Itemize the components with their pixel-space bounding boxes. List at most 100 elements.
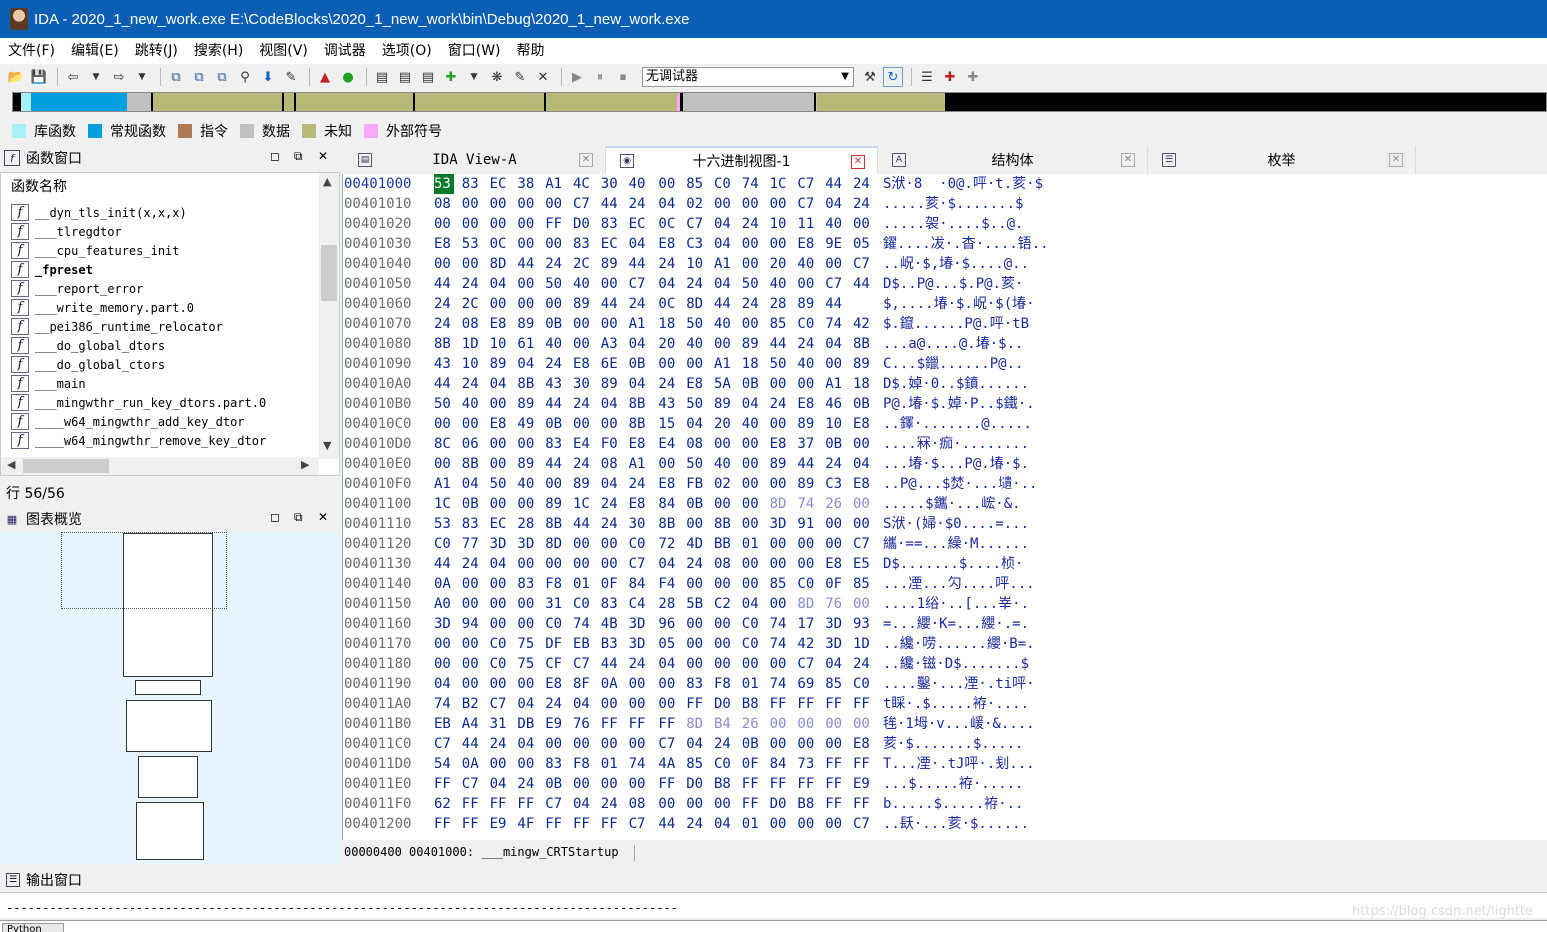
- hex-byte[interactable]: 74: [742, 174, 762, 194]
- hex-byte[interactable]: 00: [686, 794, 706, 814]
- hex-byte[interactable]: 24: [629, 654, 649, 674]
- list-item[interactable]: f ___do_global_ctors: [1, 355, 319, 374]
- hex-byte[interactable]: 40: [714, 314, 734, 334]
- hex-byte[interactable]: 00: [490, 294, 510, 314]
- hex-byte[interactable]: 8B: [658, 514, 678, 534]
- hex-byte[interactable]: 24: [686, 554, 706, 574]
- hex-byte[interactable]: 00: [601, 734, 621, 754]
- hex-byte[interactable]: 8C: [434, 434, 454, 454]
- hex-byte[interactable]: 20: [658, 334, 678, 354]
- hex-byte[interactable]: D0: [770, 794, 790, 814]
- list-item[interactable]: f ___mingwthr_run_key_dtors.part.0: [1, 393, 319, 412]
- jump-down-icon[interactable]: ⬇: [258, 67, 278, 87]
- hex-byte[interactable]: 08: [686, 434, 706, 454]
- hex-byte[interactable]: 50: [770, 354, 790, 374]
- hex-byte[interactable]: 44: [545, 394, 565, 414]
- hex-byte[interactable]: 0B: [545, 774, 565, 794]
- hex-byte[interactable]: FF: [545, 814, 565, 834]
- hex-byte[interactable]: E8: [853, 734, 873, 754]
- hex-byte[interactable]: DB: [517, 714, 537, 734]
- hex-byte[interactable]: 04: [825, 194, 845, 214]
- hex-byte[interactable]: 00: [797, 274, 817, 294]
- scroll-left-icon[interactable]: ◀: [7, 458, 15, 471]
- hex-byte[interactable]: 40: [742, 414, 762, 434]
- hex-byte[interactable]: 04: [490, 774, 510, 794]
- hex-byte[interactable]: 00: [742, 554, 762, 574]
- hex-byte[interactable]: 00: [517, 234, 537, 254]
- hex-byte[interactable]: 00: [545, 234, 565, 254]
- remove-breakpoint-icon[interactable]: ✚: [963, 67, 983, 87]
- hex-byte[interactable]: A1: [434, 474, 454, 494]
- hex-byte[interactable]: 02: [686, 194, 706, 214]
- hex-byte[interactable]: 04: [825, 334, 845, 354]
- command-line[interactable]: Python: [0, 920, 1547, 932]
- hex-byte[interactable]: 44: [434, 274, 454, 294]
- hex-byte[interactable]: 42: [853, 314, 873, 334]
- hex-byte[interactable]: 02: [714, 474, 734, 494]
- hex-byte[interactable]: 15: [658, 414, 678, 434]
- hex-byte[interactable]: 00: [629, 734, 649, 754]
- hex-byte[interactable]: EC: [490, 174, 510, 194]
- hex-byte[interactable]: 0B: [853, 394, 873, 414]
- warning-icon[interactable]: ▲: [315, 67, 335, 87]
- hex-byte[interactable]: 01: [742, 674, 762, 694]
- hex-byte[interactable]: 00: [517, 494, 537, 514]
- hex-byte[interactable]: 74: [770, 634, 790, 654]
- hex-byte[interactable]: 00: [462, 214, 482, 234]
- hex-byte[interactable]: 00: [742, 574, 762, 594]
- hex-byte[interactable]: 91: [797, 514, 817, 534]
- hex-byte[interactable]: D0: [573, 214, 593, 234]
- hex-byte[interactable]: 00: [573, 734, 593, 754]
- hex-byte[interactable]: 00: [658, 794, 678, 814]
- hex-byte[interactable]: D0: [686, 774, 706, 794]
- scrollbar-thumb[interactable]: [23, 459, 109, 473]
- hex-byte[interactable]: 05: [658, 634, 678, 654]
- scrollbar-thumb[interactable]: [321, 245, 337, 301]
- hex-byte[interactable]: FF: [658, 714, 678, 734]
- hex-byte[interactable]: 85: [686, 754, 706, 774]
- hex-byte[interactable]: 0B: [825, 434, 845, 454]
- hex-byte[interactable]: FF: [462, 794, 482, 814]
- hex-byte[interactable]: C0: [797, 574, 817, 594]
- hex-byte[interactable]: 0A: [462, 754, 482, 774]
- text-search-icon[interactable]: ✎: [281, 67, 301, 87]
- hex-byte[interactable]: 83: [462, 174, 482, 194]
- list-item[interactable]: f ___do_global_dtors: [1, 336, 319, 355]
- hex-byte[interactable]: 89: [797, 414, 817, 434]
- hex-byte[interactable]: 00: [770, 654, 790, 674]
- list-item[interactable]: f __pei386_runtime_relocator: [1, 317, 319, 336]
- hex-byte[interactable]: D0: [714, 694, 734, 714]
- hex-byte[interactable]: 24: [545, 254, 565, 274]
- hex-byte[interactable]: 24: [797, 334, 817, 354]
- hex-byte[interactable]: C7: [490, 694, 510, 714]
- hex-byte[interactable]: 00: [601, 314, 621, 334]
- hex-byte[interactable]: E5: [853, 554, 873, 574]
- hex-byte[interactable]: E8: [770, 434, 790, 454]
- forward-icon[interactable]: ⇨: [109, 67, 129, 87]
- hex-byte[interactable]: E8: [686, 374, 706, 394]
- hex-byte[interactable]: 0F: [825, 574, 845, 594]
- hex-byte[interactable]: 00: [462, 674, 482, 694]
- hex-byte[interactable]: EB: [573, 634, 593, 654]
- hex-byte[interactable]: 01: [742, 814, 762, 834]
- hex-byte[interactable]: C0: [490, 634, 510, 654]
- function-list[interactable]: f __dyn_tls_init(x,x,x) f ___tlregdtor f ___c…: [1, 203, 319, 459]
- hex-byte[interactable]: A1: [714, 254, 734, 274]
- hex-byte[interactable]: 85: [853, 574, 873, 594]
- hex-byte[interactable]: B8: [742, 694, 762, 714]
- chart-icon[interactable]: ▤: [395, 67, 415, 87]
- hex-byte[interactable]: 04: [714, 274, 734, 294]
- hex-byte[interactable]: 8B: [545, 514, 565, 534]
- hex-byte[interactable]: FF: [545, 214, 565, 234]
- hex-byte[interactable]: 00: [434, 254, 454, 274]
- hex-byte[interactable]: 74: [770, 614, 790, 634]
- hex-byte[interactable]: FF: [797, 694, 817, 714]
- hex-byte[interactable]: 00: [825, 254, 845, 274]
- breakpoint-icon[interactable]: ✚: [940, 67, 960, 87]
- hex-byte[interactable]: 00: [825, 514, 845, 534]
- hex-byte[interactable]: 8D: [797, 594, 817, 614]
- hex-byte[interactable]: 50: [490, 474, 510, 494]
- hex-byte[interactable]: A3: [601, 334, 621, 354]
- hex-byte[interactable]: 00: [797, 554, 817, 574]
- hex-byte[interactable]: 85: [686, 174, 706, 194]
